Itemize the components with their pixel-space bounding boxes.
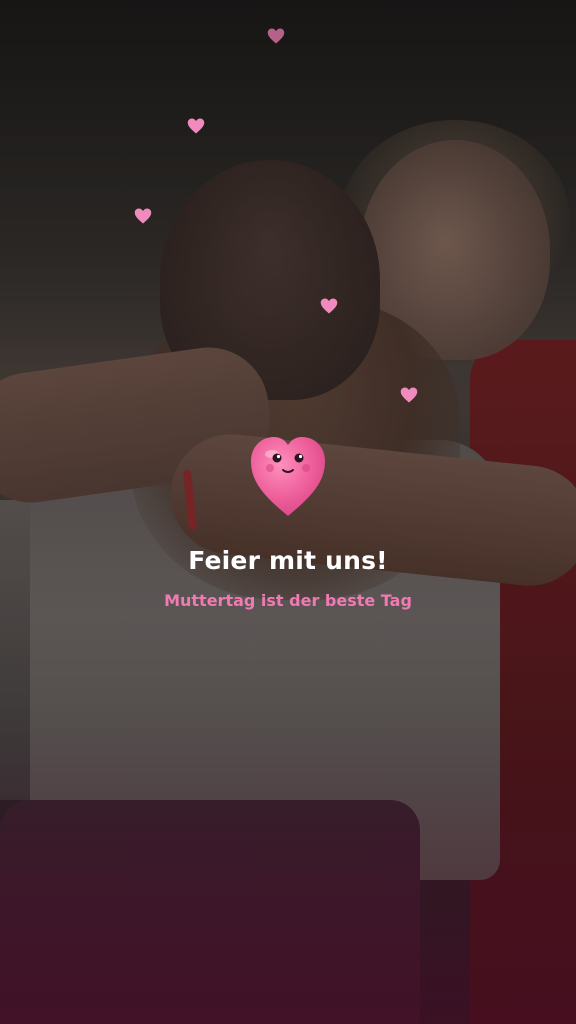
story-subline: Muttertag ist der beste Tag (164, 591, 412, 610)
heart-icon (267, 27, 285, 45)
heart-icon (134, 207, 152, 225)
heart-icon (187, 117, 205, 135)
heart-icon (400, 386, 418, 404)
heart-icon (320, 297, 338, 315)
story-headline: Feier mit uns! (188, 546, 388, 575)
story-canvas: Feier mit uns! Muttertag ist der beste T… (0, 0, 576, 1024)
heart-mascot-icon (248, 432, 328, 520)
